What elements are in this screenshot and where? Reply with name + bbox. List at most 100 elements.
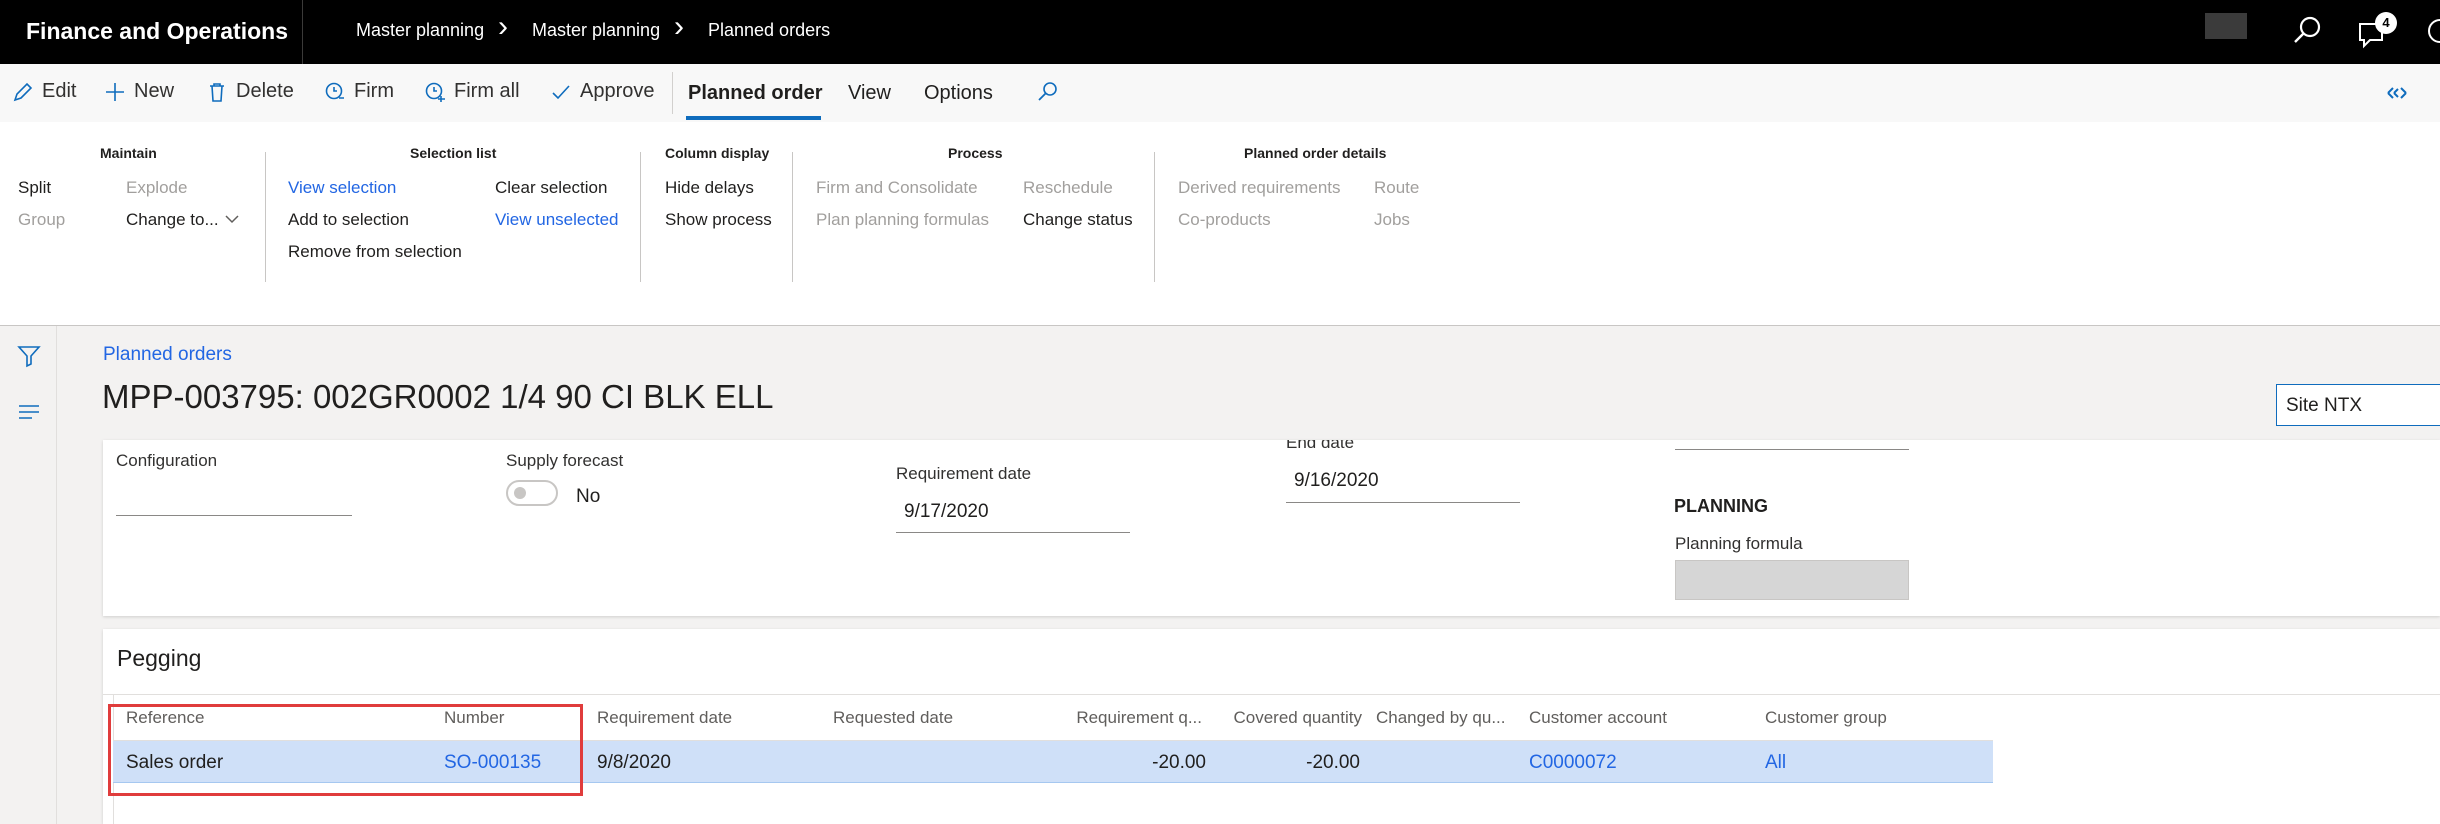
route-button[interactable]: Route [1374,178,1419,198]
delete-label: Delete [236,80,294,102]
pegging-title[interactable]: Pegging [117,645,201,672]
checkmark-icon [552,84,570,99]
requirement-date-label: Requirement date [896,464,1032,483]
help-icon[interactable] [2425,16,2440,46]
cell-covered-quantity: -20.00 [1306,752,1360,773]
reschedule-button[interactable]: Reschedule [1023,178,1113,198]
firm-button[interactable]: Firm [324,80,394,103]
ribbon-separator [265,152,266,282]
requirement-date-field[interactable] [896,532,1130,533]
add-to-selection-button[interactable]: Add to selection [288,210,409,230]
related-info-list-icon[interactable] [17,402,41,424]
end-date-label: End date [1286,440,1355,450]
collapse-ribbon-icon[interactable] [2384,82,2410,104]
planning-formula-label: Planning formula [1675,534,1803,553]
cell-customer-account-link[interactable]: C0000072 [1529,752,1617,774]
ribbon-separator [640,152,641,282]
edit-label: Edit [42,80,77,102]
new-label: New [134,80,175,102]
toggle-knob [514,487,526,499]
group-title-maintain: Maintain [100,145,157,161]
edit-button[interactable]: Edit [12,80,76,103]
firm-and-consolidate-button[interactable]: Firm and Consolidate [816,178,978,198]
pencil-icon [13,82,33,101]
cell-customer-group-link[interactable]: All [1765,752,1786,774]
planning-formula-field [1675,560,1909,600]
breadcrumb-master-planning-2[interactable]: Master planning [532,20,660,41]
jobs-button[interactable]: Jobs [1374,210,1410,230]
column-header-requirement-qty[interactable]: Requirement q... [1040,708,1202,728]
end-date-field[interactable] [1286,502,1520,503]
breadcrumb-master-planning-1[interactable]: Master planning [356,20,484,41]
field-underline[interactable] [1675,449,1909,450]
breadcrumb-chevron-icon: › [674,10,684,43]
column-header-requirement-date[interactable]: Requirement date [597,708,732,728]
column-header-customer-group[interactable]: Customer group [1765,708,1887,728]
breadcrumb-planned-orders[interactable]: Planned orders [708,20,830,41]
show-process-button[interactable]: Show process [665,210,772,230]
filter-icon[interactable] [17,344,41,368]
firm-all-label: Firm all [454,80,520,102]
change-to-button[interactable]: Change to... [126,210,219,230]
pegging-grid-border [103,694,2440,695]
group-title-process: Process [948,145,1003,161]
breadcrumb-chevron-icon: › [498,10,508,43]
app-title[interactable]: Finance and Operations [26,18,288,45]
split-button[interactable]: Split [18,178,51,198]
plan-planning-formulas-button[interactable]: Plan planning formulas [816,210,989,230]
plus-icon [106,82,124,101]
hide-delays-button[interactable]: Hide delays [665,178,754,198]
explode-button[interactable]: Explode [126,178,187,198]
co-products-button[interactable]: Co-products [1178,210,1271,230]
column-header-customer-account[interactable]: Customer account [1529,708,1667,728]
delete-button[interactable]: Delete [206,80,294,103]
ribbon-bottom-border [0,325,2440,326]
remove-from-selection-button[interactable]: Remove from selection [288,242,462,262]
trash-icon [210,82,224,102]
view-unselected-button[interactable]: View unselected [495,210,619,230]
configuration-label: Configuration [116,451,218,470]
cell-requirement-qty: -20.00 [1152,752,1206,773]
firm-all-clock-icon [425,82,445,102]
active-tab-indicator [686,116,821,120]
configuration-field[interactable] [116,515,352,516]
firm-all-button[interactable]: Firm all [424,80,520,103]
action-search-icon[interactable] [1036,80,1060,104]
group-button[interactable]: Group [18,210,65,230]
search-icon[interactable] [2290,14,2324,48]
ribbon-separator [1154,152,1155,282]
chevron-down-icon [225,215,239,224]
notification-count-badge: 4 [2375,12,2397,34]
site-filter-value: Site NTX [2286,395,2363,416]
group-title-planned-order-details: Planned order details [1244,145,1387,161]
clear-selection-button[interactable]: Clear selection [495,178,607,198]
cell-requirement-date: 9/8/2020 [597,752,671,773]
firm-label: Firm [354,80,394,102]
column-header-requested-date[interactable]: Requested date [833,708,953,728]
column-header-changed-by-qty[interactable]: Changed by qu... [1376,708,1505,728]
topbar-divider [302,0,303,64]
company-picker[interactable] [2205,13,2247,39]
derived-requirements-button[interactable]: Derived requirements [1178,178,1341,198]
planning-section-heading: PLANNING [1674,496,1768,516]
new-button[interactable]: New [104,80,174,103]
change-status-button[interactable]: Change status [1023,210,1133,230]
group-title-column-display: Column display [665,145,770,161]
tab-options[interactable]: Options [924,82,993,105]
approve-button[interactable]: Approve [550,80,655,103]
end-date-value[interactable]: 9/16/2020 [1294,470,1379,492]
column-header-covered-quantity[interactable]: Covered quantity [1210,708,1362,728]
page-breadcrumb[interactable]: Planned orders [103,344,232,366]
group-title-selection-list: Selection list [410,145,497,161]
action-pane-divider [672,72,673,114]
left-rail [0,326,57,824]
tab-planned-order[interactable]: Planned order [688,82,822,105]
requirement-date-value[interactable]: 9/17/2020 [904,501,989,523]
page-title: MPP-003795: 002GR0002 1/4 90 CI BLK ELL [102,378,774,415]
general-form-card [103,440,2440,616]
tab-view[interactable]: View [848,82,891,105]
view-selection-button[interactable]: View selection [288,178,396,198]
supply-forecast-label: Supply forecast [506,451,624,470]
ribbon-separator [792,152,793,282]
firm-clock-icon [325,82,344,99]
